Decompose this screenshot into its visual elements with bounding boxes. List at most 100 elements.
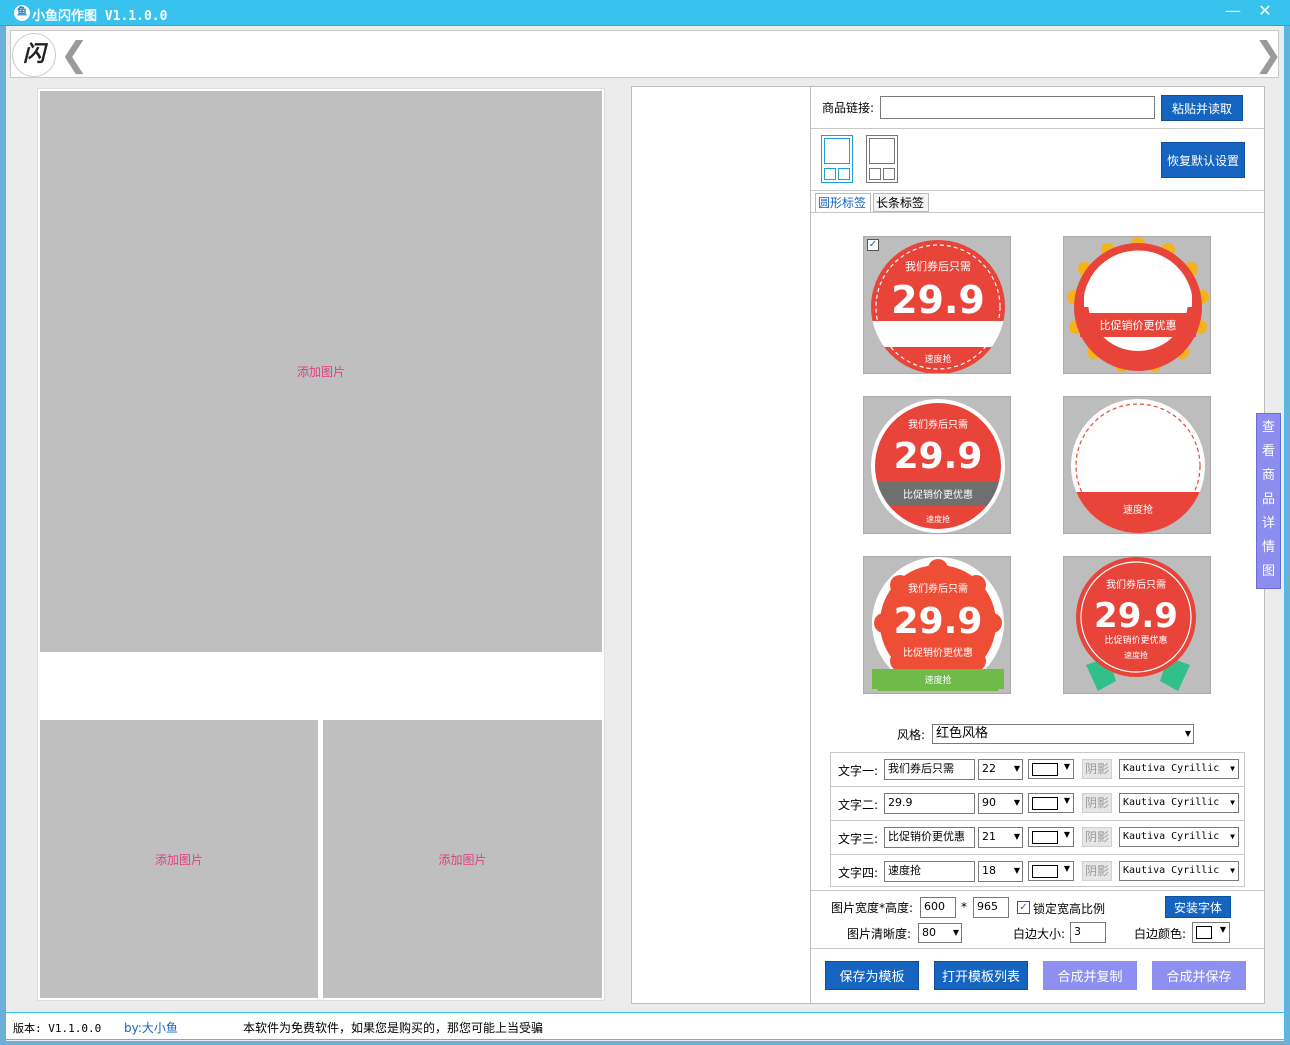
close-icon[interactable]: ✕ xyxy=(1250,0,1280,22)
version-label: 版本: V1.1.0.0 xyxy=(13,1022,102,1035)
prev-arrow-icon[interactable]: ❮ xyxy=(60,35,89,75)
tab-round-label[interactable]: 圆形标签 xyxy=(815,193,871,212)
badge-template-3[interactable]: 我们券后只需 29.9 比促销价更优惠 速度抢 xyxy=(863,396,1011,534)
text-row-3-font-select[interactable]: Kautiva Cyrillic ▼ xyxy=(1119,827,1239,847)
view-product-detail-tab[interactable]: 查 看 商 品 详 情 图 xyxy=(1256,413,1281,589)
svg-text:我们券后只需: 我们券后只需 xyxy=(908,582,968,595)
next-arrow-icon[interactable]: ❯ xyxy=(1254,35,1283,75)
svg-text:29.9: 29.9 xyxy=(891,278,985,322)
add-image-bottom-right[interactable]: 添加图片 xyxy=(323,720,602,998)
lock-ratio-checkbox[interactable]: ✓ xyxy=(1017,901,1030,914)
svg-text:我们券后只需: 我们券后只需 xyxy=(905,259,971,273)
svg-text:我们券后只需: 我们券后只需 xyxy=(908,418,968,431)
panel-divider xyxy=(810,86,811,1004)
text-row-3-input[interactable]: 比促销价更优惠 xyxy=(884,827,975,848)
text-row-3-shadow-button[interactable]: 阴影 xyxy=(1082,827,1112,847)
text-row-2-input[interactable]: 29.9 xyxy=(884,793,975,814)
style-select[interactable]: 红色风格 ▼ xyxy=(932,724,1194,744)
text-row-1-input[interactable]: 我们券后只需 xyxy=(884,759,975,780)
text-row-2-size-select[interactable]: 90 ▼ xyxy=(978,793,1023,814)
save-template-button[interactable]: 保存为模板 xyxy=(825,961,919,990)
svg-text:速度抢: 速度抢 xyxy=(924,353,951,365)
install-font-button[interactable]: 安装字体 xyxy=(1165,896,1231,918)
text-row-1-label: 文字一: xyxy=(838,764,879,778)
author-link[interactable]: by:大小鱼 xyxy=(124,1019,178,1036)
chevron-down-icon: ▼ xyxy=(1230,866,1235,875)
text-row-4-input[interactable]: 速度抢 xyxy=(884,861,975,882)
style-label: 风格: xyxy=(897,728,926,742)
text-row-3-size-select[interactable]: 21 ▼ xyxy=(978,827,1023,848)
badge-template-6[interactable]: 我们券后只需 29.9 比促销价更优惠 速度抢 xyxy=(1063,556,1211,694)
chevron-down-icon: ▼ xyxy=(1013,866,1020,875)
color-swatch xyxy=(1032,797,1058,810)
badge-template-1[interactable]: 我们券后只需 29.9 速度抢 ✓ xyxy=(863,236,1011,374)
add-image-bottom-left[interactable]: 添加图片 xyxy=(40,720,318,998)
svg-text:速度抢: 速度抢 xyxy=(926,514,950,524)
svg-text:速度抢: 速度抢 xyxy=(924,674,951,686)
restore-default-button[interactable]: 恢复默认设置 xyxy=(1161,142,1245,178)
text-row-2-color-select[interactable]: ▼ xyxy=(1028,793,1074,813)
svg-text:速度抢: 速度抢 xyxy=(1124,650,1148,660)
chevron-down-icon: ▼ xyxy=(952,928,959,937)
layout-option-1[interactable] xyxy=(821,135,853,183)
add-image-top[interactable]: 添加图片 xyxy=(40,91,602,652)
quality-select[interactable]: 80 ▼ xyxy=(918,923,962,943)
color-swatch xyxy=(1032,831,1058,844)
text-row-3-color-select[interactable]: ▼ xyxy=(1028,827,1074,847)
text-row-1-size-select[interactable]: 22 ▼ xyxy=(978,759,1023,780)
color-swatch xyxy=(1196,926,1212,939)
paste-read-button[interactable]: 粘贴并读取 xyxy=(1161,95,1243,121)
title-bar: 鱼 小鱼闪作图 V1.1.0.0 — ✕ xyxy=(0,0,1290,26)
separator xyxy=(811,190,1264,191)
text-row-2-font-select[interactable]: Kautiva Cyrillic ▼ xyxy=(1119,793,1239,813)
chevron-down-icon: ▼ xyxy=(1063,762,1070,771)
image-width-input[interactable]: 600 xyxy=(920,897,956,918)
image-height-input[interactable]: 965 xyxy=(973,897,1009,918)
text-row-1-shadow-button[interactable]: 阴影 xyxy=(1082,759,1112,779)
svg-text:速度抢: 速度抢 xyxy=(1123,503,1153,516)
badge-select-checkbox[interactable]: ✓ xyxy=(867,239,879,251)
chevron-down-icon: ▼ xyxy=(1230,798,1235,807)
text-row-4-color-select[interactable]: ▼ xyxy=(1028,861,1074,881)
svg-text:29.9: 29.9 xyxy=(894,436,983,477)
size-times-label: * xyxy=(961,900,967,914)
separator xyxy=(811,212,1264,213)
product-link-input[interactable] xyxy=(880,96,1155,119)
image-size-label: 图片宽度*高度: xyxy=(831,901,914,915)
badge-5-graphic: 我们券后只需 29.9 比促销价更优惠 速度抢 xyxy=(872,557,1004,691)
separator xyxy=(811,948,1264,949)
color-swatch xyxy=(1032,865,1058,878)
layout-option-2[interactable] xyxy=(866,135,898,183)
text-row-4-size-select[interactable]: 18 ▼ xyxy=(978,861,1023,882)
minimize-icon[interactable]: — xyxy=(1218,0,1248,22)
svg-text:比促销价更优惠: 比促销价更优惠 xyxy=(903,488,973,501)
text-row-2-shadow-button[interactable]: 阴影 xyxy=(1082,793,1112,813)
chevron-down-icon: ▼ xyxy=(1013,764,1020,773)
badge-template-2[interactable]: 比促销价更优惠 xyxy=(1063,236,1211,374)
compose-save-button[interactable]: 合成并保存 xyxy=(1152,961,1246,990)
svg-text:29.9: 29.9 xyxy=(1094,596,1178,636)
chevron-down-icon: ▼ xyxy=(1219,925,1226,934)
svg-text:我们券后只需: 我们券后只需 xyxy=(1106,578,1166,591)
text-row-4-label: 文字四: xyxy=(838,866,879,880)
chevron-down-icon: ▼ xyxy=(1230,764,1235,773)
svg-text:比促销价更优惠: 比促销价更优惠 xyxy=(903,646,973,659)
separator xyxy=(811,128,1264,129)
lock-ratio-label: 锁定宽高比例 xyxy=(1033,902,1106,916)
quality-label: 图片清晰度: xyxy=(847,927,912,941)
badge-template-5[interactable]: 我们券后只需 29.9 比促销价更优惠 速度抢 xyxy=(863,556,1011,694)
text-row-4-shadow-button[interactable]: 阴影 xyxy=(1082,861,1112,881)
compose-copy-button[interactable]: 合成并复制 xyxy=(1043,961,1137,990)
text-row-1-font-select[interactable]: Kautiva Cyrillic ▼ xyxy=(1119,759,1239,779)
border-color-select[interactable]: ▼ xyxy=(1192,922,1230,943)
border-size-input[interactable]: 3 xyxy=(1070,922,1106,943)
text-row-1-color-select[interactable]: ▼ xyxy=(1028,759,1074,779)
open-template-list-button[interactable]: 打开模板列表 xyxy=(934,961,1028,990)
svg-text:比促销价更优惠: 比促销价更优惠 xyxy=(1104,634,1167,646)
text-row-4-font-select[interactable]: Kautiva Cyrillic ▼ xyxy=(1119,861,1239,881)
badge-3-graphic: 我们券后只需 29.9 比促销价更优惠 速度抢 xyxy=(871,399,1005,533)
chevron-down-icon: ▼ xyxy=(1230,832,1235,841)
tab-long-label[interactable]: 长条标签 xyxy=(873,193,929,212)
chevron-down-icon: ▼ xyxy=(1063,796,1070,805)
badge-template-4[interactable]: 速度抢 xyxy=(1063,396,1211,534)
